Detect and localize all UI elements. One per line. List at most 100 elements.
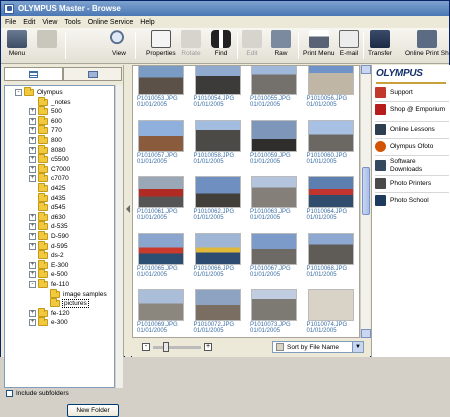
photo-thumbnail[interactable]: P1010053.JPG 01/01/2005 [135,66,187,115]
tree-vertical-scrollbar[interactable] [115,85,123,388]
zoom-track[interactable] [153,341,201,352]
tree-item[interactable]: pictures [41,298,89,309]
sort-select[interactable]: Sort by File Name ▼ [272,341,364,353]
photo-thumbnail[interactable]: P1010058.JPG 01/01/2005 [192,119,244,172]
photo-thumbnail[interactable]: P1010061.JPG 01/01/2005 [135,176,187,228]
photo-image[interactable] [138,119,184,152]
photo-image[interactable] [251,176,297,209]
tree-item[interactable]: + e-300 [29,317,68,327]
menu-online-service[interactable]: Online Service [88,19,134,26]
service-olympus-ofoto[interactable]: Olympus Ofoto [375,141,449,152]
photo-image[interactable] [251,66,297,95]
photo-thumbnail[interactable]: P1010063.JPG 01/01/2005 [248,176,300,228]
tree-item[interactable]: + fe-120 [29,307,69,318]
thumbnail-zoom-slider[interactable]: - + [142,341,212,352]
scroll-up-button[interactable] [361,65,371,74]
transfer-button[interactable]: Transfer [368,30,392,62]
photo-image[interactable] [307,232,354,265]
zoom-knob[interactable] [163,341,169,352]
expand-icon[interactable]: + [29,175,36,183]
photo-thumbnail[interactable]: P1010056.JPG 01/01/2005 [305,66,357,115]
properties-button[interactable]: Properties [146,30,176,62]
tree-item[interactable]: + d630 [29,211,65,222]
photo-thumbnail[interactable]: P1010064.JPG 01/01/2005 [305,176,357,228]
tree-item[interactable]: +600 [29,115,62,126]
photo-image[interactable] [194,119,241,152]
collapse-left-icon[interactable] [126,205,130,213]
tree-item[interactable]: + e-500 [29,269,68,279]
menu-tools[interactable]: Tools [64,19,80,26]
expand-icon[interactable]: + [29,146,36,154]
tree-item[interactable]: +770 [29,125,62,135]
menu-file[interactable]: File [5,19,16,26]
email-button[interactable]: E-mail [339,30,359,62]
photo-image[interactable] [194,289,241,322]
photo-thumbnail[interactable]: P1010067.JPG 01/01/2005 [248,232,300,285]
edit-button[interactable]: Edit [242,30,262,62]
collapse-icon[interactable]: - [29,281,36,288]
photo-thumbnail[interactable]: P1010072.JPG 01/01/2005 [192,289,244,337]
tree-item[interactable]: +500 [29,106,62,116]
switch-view-button[interactable] [37,30,57,62]
photo-image[interactable] [307,289,354,322]
expand-icon[interactable]: + [29,242,36,250]
service-photo-printers[interactable]: Photo Printers [375,178,449,189]
menu-edit[interactable]: Edit [23,19,35,26]
photo-thumbnail[interactable]: P1010065.JPG 01/01/2005 [135,232,187,285]
tree-item[interactable]: + E-300 [29,259,68,270]
photo-image[interactable] [251,119,297,152]
photo-image[interactable] [307,119,354,152]
tree-item[interactable]: _notes [29,96,71,107]
grid-vertical-scrollbar[interactable] [360,65,371,338]
photo-image[interactable] [138,66,184,95]
new-folder-button[interactable]: New Folder [67,404,119,417]
view-button[interactable]: View [109,30,129,62]
include-subfolders-checkbox[interactable] [6,390,13,397]
tree-item[interactable]: + C7000 [29,163,70,174]
zoom-in-icon[interactable]: + [204,343,212,351]
photo-image[interactable] [138,232,184,265]
collapse-icon[interactable]: - [15,89,22,96]
photo-thumbnail[interactable]: P1010059.JPG 01/01/2005 [248,119,300,172]
photo-thumbnail[interactable]: P1010066.JPG 01/01/2005 [192,232,244,285]
menu-help[interactable]: Help [140,19,154,26]
expand-icon[interactable]: + [29,261,36,269]
photo-image[interactable] [307,66,354,95]
menu-button[interactable]: Menu [7,30,27,62]
menu-view[interactable]: View [42,19,57,26]
tab-list-view[interactable] [4,67,63,81]
tree-item[interactable]: + d-595 [29,240,68,251]
service-software-downloads[interactable]: Software Downloads [375,158,449,173]
photo-image[interactable] [194,176,241,209]
tree-item[interactable]: ds-2 [29,250,64,260]
photo-thumbnail[interactable]: P1010074.JPG 01/01/2005 [305,289,357,337]
photo-thumbnail[interactable]: P1010073.JPG 01/01/2005 [248,289,300,337]
tree-item[interactable]: d425 [29,183,65,193]
expand-icon[interactable]: + [29,156,36,164]
find-button[interactable]: Find [211,30,231,62]
online-print-button[interactable]: Online Print Sh [405,30,449,62]
include-subfolders[interactable]: Include subfolders [6,390,69,397]
photo-thumbnail[interactable]: P1010057.JPG 01/01/2005 [135,119,187,172]
tree-item[interactable]: d545 [29,202,65,212]
expand-icon[interactable]: + [29,271,36,279]
tree-item[interactable]: + c5500 [29,154,69,164]
photo-image[interactable] [251,232,297,265]
scroll-thumb[interactable] [362,167,370,215]
service-online-lessons[interactable]: Online Lessons [375,124,449,135]
raw-button[interactable]: Raw [271,30,291,62]
expand-icon[interactable]: + [29,213,36,221]
expand-icon[interactable]: + [29,127,36,135]
expand-icon[interactable]: + [29,165,36,173]
zoom-out-icon[interactable]: - [142,343,150,351]
tree-item[interactable]: d435 [29,192,65,203]
service-support[interactable]: Support [375,87,449,98]
tree-item[interactable]: - fe-110 [29,279,69,289]
tab-folder-view[interactable] [63,67,122,81]
scroll-down-button[interactable] [361,329,371,338]
rotate-button[interactable]: Rotate [181,30,201,62]
expand-icon[interactable]: + [29,223,36,231]
chevron-down-icon[interactable]: ▼ [352,342,363,352]
photo-image[interactable] [194,232,241,265]
pane-splitter[interactable] [125,65,131,357]
